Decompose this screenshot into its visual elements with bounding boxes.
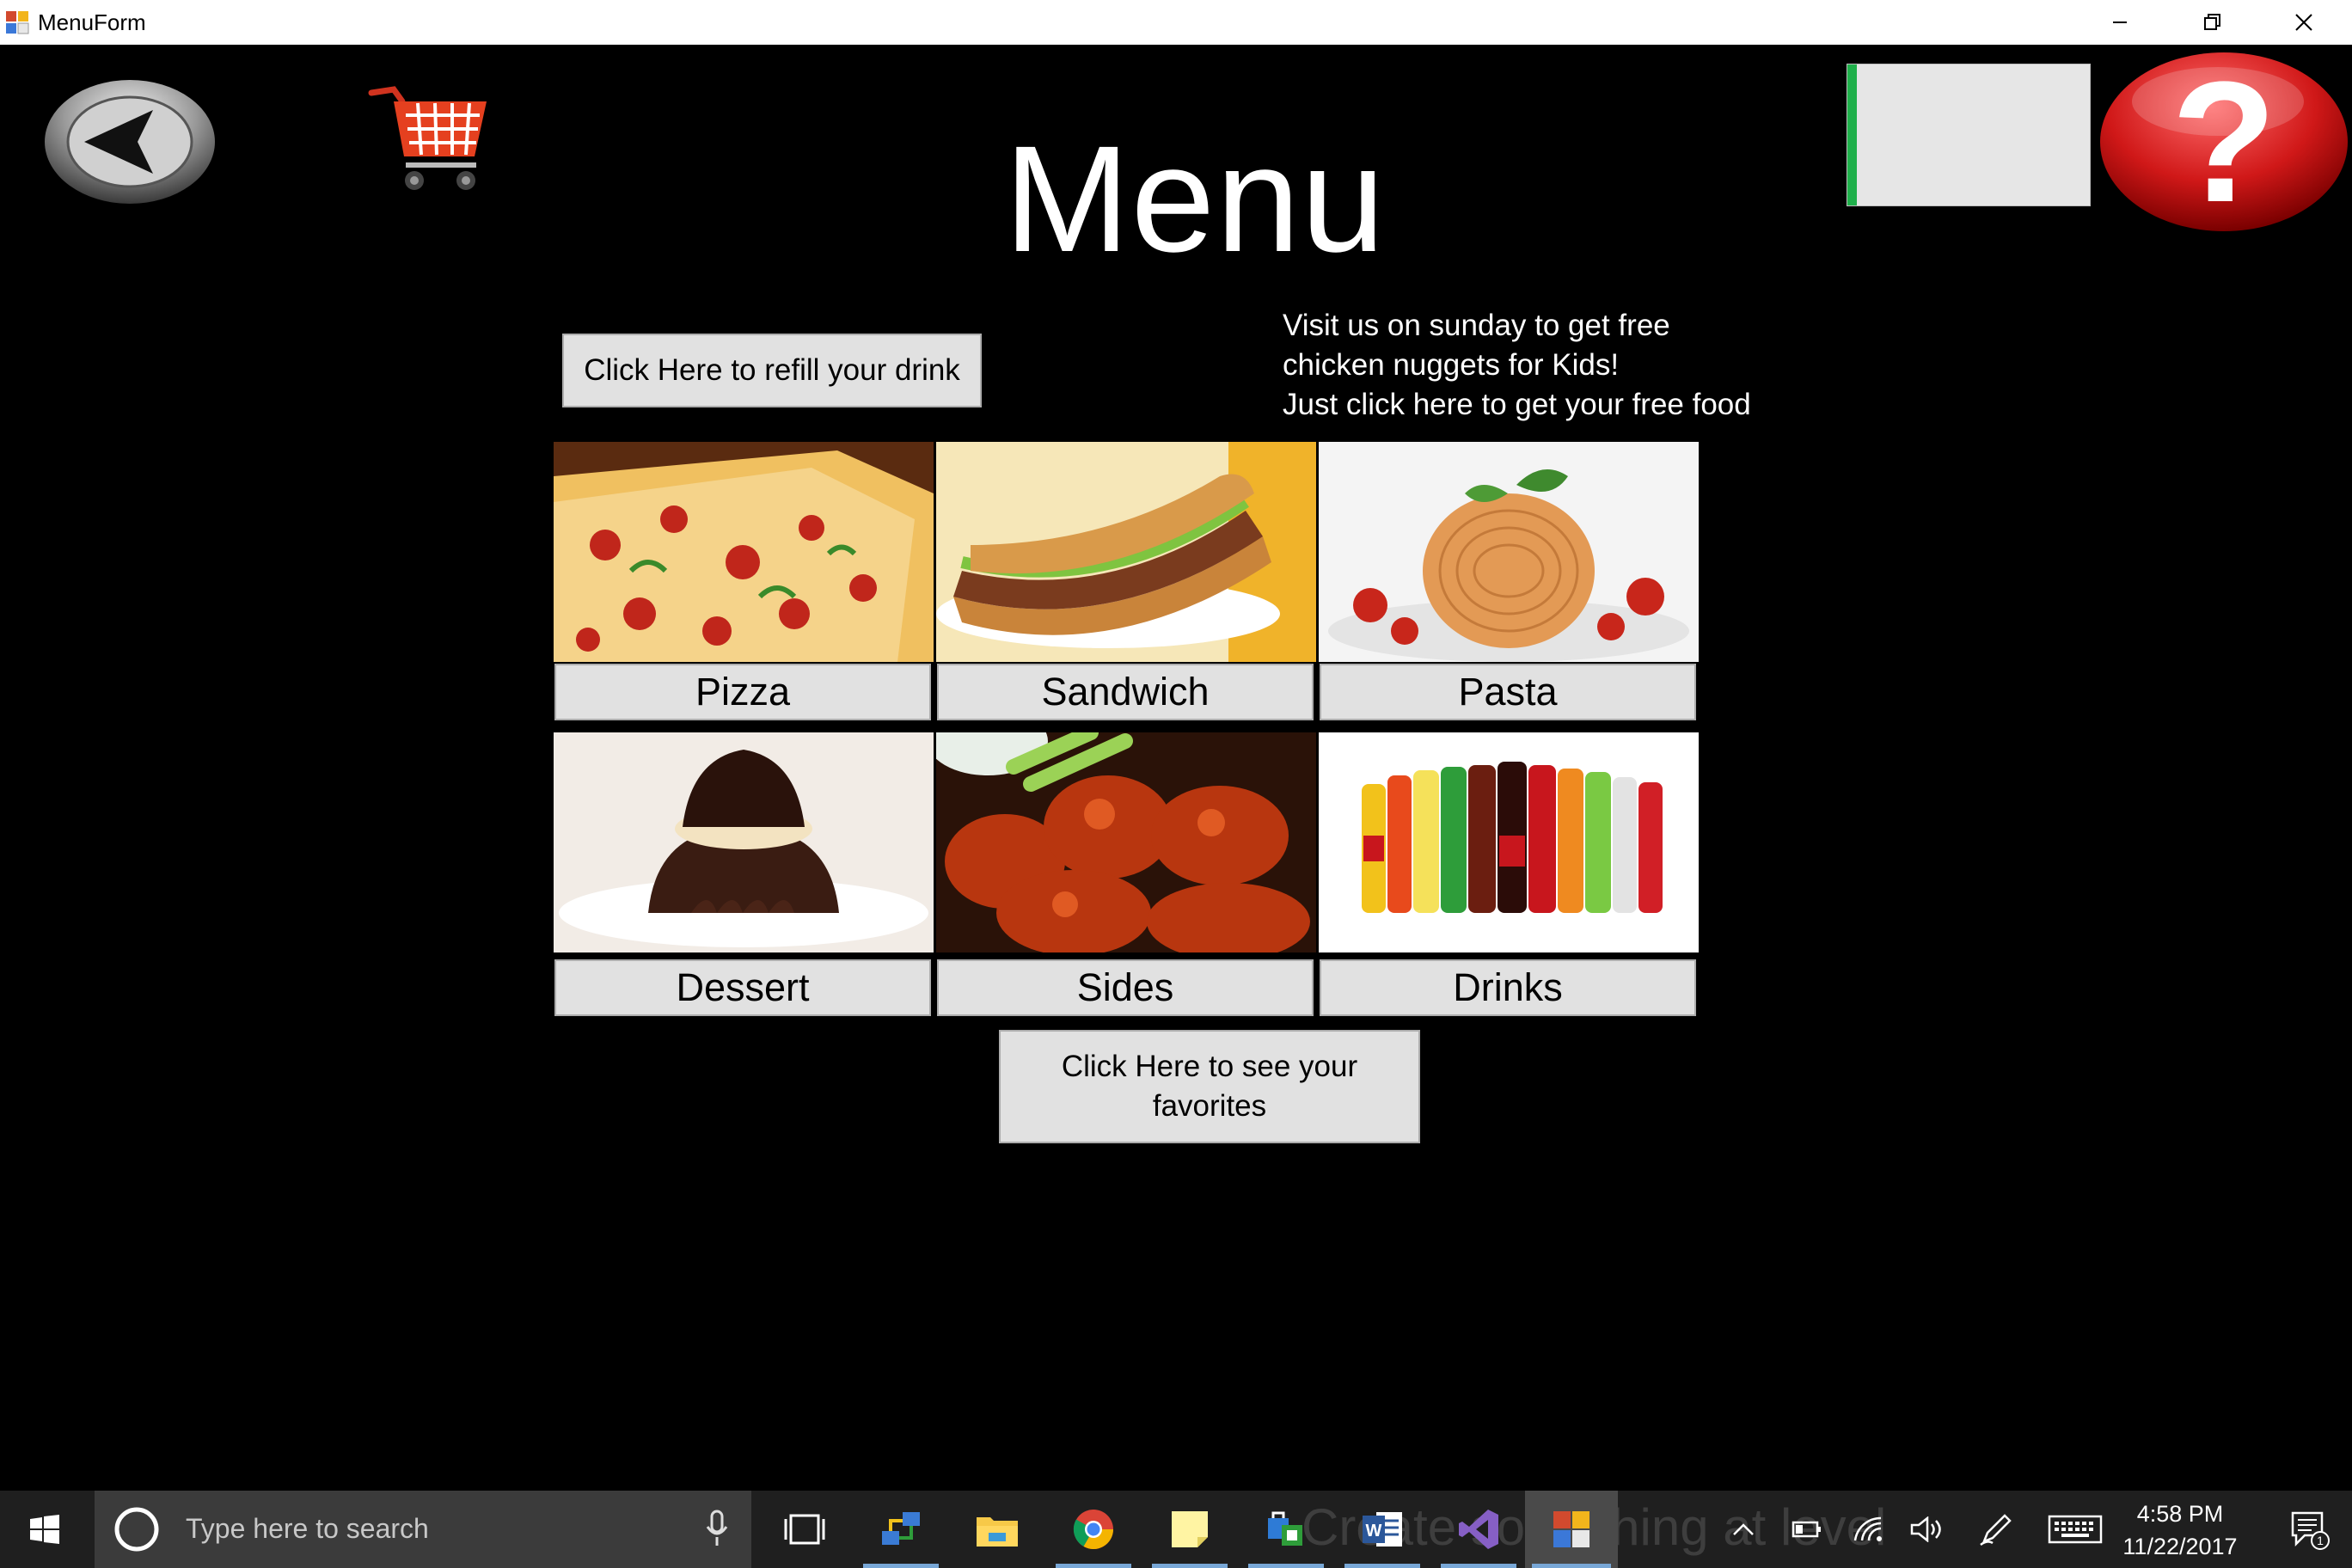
keyboard-icon (2048, 1515, 2103, 1544)
progress-fill (1847, 64, 1858, 205)
promo-line: chicken nuggets for Kids! (1283, 348, 1620, 382)
taskbar-search-box[interactable]: Type here to search (95, 1491, 751, 1568)
close-icon (2295, 14, 2312, 31)
category-button-pasta[interactable]: Pasta (1320, 664, 1696, 720)
taskbar-app-store[interactable] (1241, 1491, 1331, 1568)
windows-logo-icon (30, 1515, 59, 1544)
back-button[interactable] (43, 77, 217, 206)
shopping-cart-icon (368, 86, 487, 190)
pizza-image[interactable] (554, 442, 934, 662)
notification-count: 1 (2317, 1534, 2324, 1547)
wifi-button[interactable] (1847, 1491, 1891, 1568)
sandwich-image[interactable] (936, 442, 1316, 662)
volume-button[interactable] (1905, 1491, 1950, 1568)
taskbar-app-network[interactable] (856, 1491, 946, 1568)
wifi-icon (1853, 1516, 1882, 1541)
svg-text:W: W (1366, 1522, 1382, 1540)
action-center-button[interactable]: 1 (2266, 1491, 2352, 1568)
taskbar-app-menuform[interactable] (1525, 1491, 1618, 1568)
window-title-bar: MenuForm (0, 0, 2352, 46)
window-title: MenuForm (38, 9, 146, 35)
chevron-up-icon (1733, 1523, 1754, 1535)
chrome-icon (1073, 1510, 1113, 1549)
restore-icon (2204, 14, 2220, 30)
back-arrow-icon (45, 80, 215, 204)
sticky-notes-icon (1172, 1511, 1208, 1547)
task-view-button[interactable] (760, 1491, 849, 1568)
microphone-icon[interactable] (705, 1510, 729, 1547)
promo-line: Just click here to get your free food (1283, 388, 1751, 421)
clock-time: 4:58 PM (2136, 1501, 2224, 1527)
promo-line: Visit us on sunday to get free (1283, 309, 1670, 342)
taskbar-app-visual-studio[interactable] (1434, 1491, 1523, 1568)
taskbar-app-sticky-notes[interactable] (1145, 1491, 1234, 1568)
cortana-icon (114, 1507, 159, 1552)
minimize-icon (2113, 21, 2127, 23)
pen-workspace-button[interactable] (1974, 1491, 2018, 1568)
taskbar: Type here to search Create something at … (0, 1491, 2352, 1568)
network-app-icon (882, 1512, 920, 1545)
pasta-image[interactable] (1319, 442, 1699, 662)
notification-icon: 1 (2291, 1511, 2330, 1550)
taskbar-app-word[interactable]: W (1338, 1491, 1427, 1568)
store-icon (1268, 1511, 1302, 1546)
category-button-sides[interactable]: Sides (937, 959, 1314, 1016)
show-hidden-icons-button[interactable] (1721, 1491, 1766, 1568)
battery-button[interactable] (1785, 1491, 1829, 1568)
category-button-sandwich[interactable]: Sandwich (937, 664, 1314, 720)
taskbar-app-chrome[interactable] (1049, 1491, 1138, 1568)
page-title: Menu (1003, 115, 1387, 284)
favorites-button[interactable]: Click Here to see your favorites (999, 1030, 1420, 1143)
category-button-drinks[interactable]: Drinks (1320, 959, 1696, 1016)
progress-bar (1847, 64, 2091, 206)
clock-date: 11/22/2017 (2122, 1534, 2238, 1559)
question-mark-icon: ? (2100, 46, 2348, 238)
minimize-button[interactable] (2075, 0, 2165, 45)
drinks-image[interactable] (1319, 732, 1699, 952)
refill-drink-button[interactable]: Click Here to refill your drink (562, 334, 982, 407)
taskbar-clock[interactable]: 4:58 PM 11/22/2017 (2111, 1498, 2249, 1563)
category-button-dessert[interactable]: Dessert (554, 959, 931, 1016)
help-button[interactable]: ? (2098, 46, 2350, 238)
category-button-pizza[interactable]: Pizza (554, 664, 931, 720)
search-placeholder: Type here to search (186, 1513, 429, 1544)
free-food-promo-link[interactable]: Visit us on sunday to get free chicken n… (1283, 306, 1884, 425)
battery-icon (1792, 1521, 1821, 1538)
taskbar-app-file-explorer[interactable] (952, 1491, 1042, 1568)
file-explorer-icon (977, 1517, 1018, 1547)
start-button[interactable] (0, 1491, 89, 1568)
app-icon (6, 11, 29, 34)
speaker-icon (1910, 1516, 1941, 1542)
menuform-app-icon (1553, 1511, 1589, 1547)
dessert-image[interactable] (554, 732, 934, 952)
menu-form: Menu ? Click Here to refill your drink V… (0, 45, 2352, 1491)
word-icon: W (1363, 1512, 1402, 1547)
task-view-icon (784, 1514, 825, 1545)
restore-button[interactable] (2168, 0, 2257, 45)
cart-button[interactable] (368, 77, 490, 198)
close-button[interactable] (2259, 0, 2349, 45)
visual-studio-icon (1459, 1510, 1498, 1549)
touch-keyboard-button[interactable] (2044, 1491, 2106, 1568)
sides-image[interactable] (936, 732, 1316, 952)
pen-icon (1980, 1514, 2012, 1547)
svg-text:?: ? (2171, 48, 2276, 236)
